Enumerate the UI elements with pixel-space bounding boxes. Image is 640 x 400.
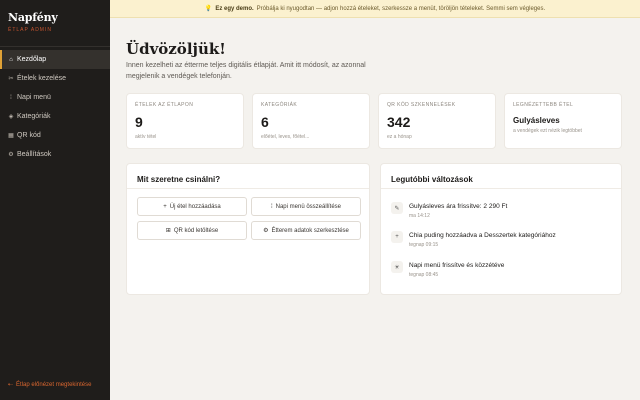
- brand-subtitle: ÉTLAP ADMIN: [8, 27, 52, 33]
- recent-activity-panel: Legutóbbi változások ✎ Gulyásleves ára f…: [380, 163, 622, 295]
- gear-icon: ⚙: [8, 152, 14, 158]
- stat-value: 6: [261, 114, 269, 130]
- sidebar-item-label: Ételek kezelése: [17, 75, 67, 82]
- sidebar-nav: ⌂ Kezdőlap ✂ Ételek kezelése ⁞ Napi menü…: [0, 50, 110, 164]
- preview-menu-link[interactable]: ⇠ Étlap előnézet megtekintése: [8, 381, 92, 389]
- panel-title: Legutóbbi változások: [391, 175, 473, 184]
- qr-icon: ▦: [8, 133, 14, 139]
- sidebar-item-label: Napi menü: [17, 94, 51, 101]
- build-daily-menu-button[interactable]: ⁞ Napi menü összeállítése: [251, 197, 361, 216]
- qr-icon: ⊞: [165, 228, 171, 234]
- brand-name: Napfény: [8, 11, 58, 24]
- arrow-left-icon: ⇠: [8, 382, 14, 388]
- activity-time: tegnap 09:15: [409, 242, 439, 248]
- stat-card-qr-scans: QR KÓD SZKENNELÉSEK 342 ez a hónap: [378, 93, 496, 149]
- sun-icon: ☀: [391, 261, 403, 273]
- edit-restaurant-button[interactable]: ⚙ Étterem adatok szerkesztése: [251, 221, 361, 240]
- plus-icon: +: [163, 203, 167, 210]
- sidebar-item-home[interactable]: ⌂ Kezdőlap: [0, 50, 110, 69]
- stat-label: KATEGÓRIÁK: [261, 102, 298, 108]
- download-qr-button[interactable]: ⊞ QR kód letöltése: [137, 221, 247, 240]
- demo-banner: 💡 Ez egy demo. Próbálja ki nyugodtan — a…: [110, 0, 640, 18]
- activity-text: Napi menü frissítve és közzétéve: [409, 262, 505, 269]
- divider: [381, 188, 621, 189]
- sidebar-item-settings[interactable]: ⚙ Beállítások: [0, 145, 110, 164]
- divider: [127, 188, 369, 189]
- button-label: Étterem adatok szerkesztése: [271, 227, 349, 234]
- pencil-icon: ✎: [391, 202, 403, 214]
- stat-label: LEGNÉZETTEBB ÉTEL: [513, 102, 574, 108]
- banner-bold: Ez egy demo.: [215, 5, 254, 12]
- stat-label: ÉTELEK AZ ÉTLAPON: [135, 102, 194, 108]
- brand[interactable]: Napfény ÉTLAP ADMIN: [8, 11, 58, 33]
- page-intro: Innen kezelheti az étterme teljes digitá…: [126, 62, 366, 80]
- preview-menu-label: Étlap előnézet megtekintése: [16, 381, 92, 388]
- divider: [0, 46, 110, 47]
- stat-card-categories: KATEGÓRIÁK 6 előétel, leves, főétel...: [252, 93, 370, 149]
- sidebar-item-dishes[interactable]: ✂ Ételek kezelése: [0, 69, 110, 88]
- stat-value: 9: [135, 114, 143, 130]
- stat-card-top-dish: LEGNÉZETTEBB ÉTEL Gulyásleves a vendégek…: [504, 93, 622, 149]
- stat-value: Gulyásleves: [513, 116, 560, 125]
- stat-label: QR KÓD SZKENNELÉSEK: [387, 102, 456, 108]
- stat-card-dishes: ÉTELEK AZ ÉTLAPON 9 aktív tétel: [126, 93, 244, 149]
- activity-text: Chia puding hozzáadva a Desszertek kateg…: [409, 232, 556, 239]
- tag-icon: ◈: [8, 114, 14, 120]
- stat-sub: előétel, leves, főétel...: [261, 134, 310, 140]
- menu-icon: ⁞: [270, 203, 273, 210]
- sidebar: Napfény ÉTLAP ADMIN ⌂ Kezdőlap ✂ Ételek …: [0, 0, 110, 400]
- activity-item: ✎ Gulyásleves ára frissítve: 2 290 Ft ma…: [391, 202, 507, 219]
- sidebar-item-label: QR kód: [17, 132, 41, 139]
- home-icon: ⌂: [9, 56, 13, 63]
- utensils-icon: ✂: [8, 76, 14, 82]
- button-label: Új étel hozzáadása: [169, 203, 221, 210]
- add-dish-button[interactable]: + Új étel hozzáadása: [137, 197, 247, 216]
- button-label: QR kód letöltése: [173, 227, 219, 234]
- panel-title: Mit szeretne csinálni?: [137, 175, 221, 184]
- quick-actions-panel: Mit szeretne csinálni? + Új étel hozzáad…: [126, 163, 370, 295]
- activity-item: ☀ Napi menü frissítve és közzétéve tegna…: [391, 261, 504, 278]
- stat-sub: aktív tétel: [135, 134, 157, 140]
- sidebar-item-daily-menu[interactable]: ⁞ Napi menü: [0, 88, 110, 107]
- activity-time: ma 14:12: [409, 213, 430, 219]
- stat-value: 342: [387, 114, 411, 130]
- sidebar-item-label: Kategóriák: [17, 113, 51, 120]
- plus-icon: +: [391, 231, 403, 243]
- sidebar-item-label: Beállítások: [17, 151, 52, 158]
- sidebar-item-label: Kezdőlap: [17, 56, 47, 63]
- lightbulb-icon: 💡: [204, 6, 213, 12]
- activity-item: + Chia puding hozzáadva a Desszertek kat…: [391, 231, 556, 248]
- page-title: Üdvözöljük!: [126, 40, 226, 58]
- sidebar-item-categories[interactable]: ◈ Kategóriák: [0, 107, 110, 126]
- button-label: Napi menü összeállítése: [275, 203, 342, 210]
- activity-time: tegnap 08:45: [409, 272, 439, 278]
- gear-icon: ⚙: [263, 228, 269, 234]
- sidebar-item-qr[interactable]: ▦ QR kód: [0, 126, 110, 145]
- menu-icon: ⁞: [10, 94, 12, 101]
- stat-sub: ez a hónap: [387, 134, 412, 140]
- activity-text: Gulyásleves ára frissítve: 2 290 Ft: [409, 203, 508, 210]
- banner-text: Próbálja ki nyugodtan — adjon hozzá étel…: [256, 5, 546, 12]
- stat-sub: a vendégek ezt nézik legtöbbet: [513, 128, 582, 134]
